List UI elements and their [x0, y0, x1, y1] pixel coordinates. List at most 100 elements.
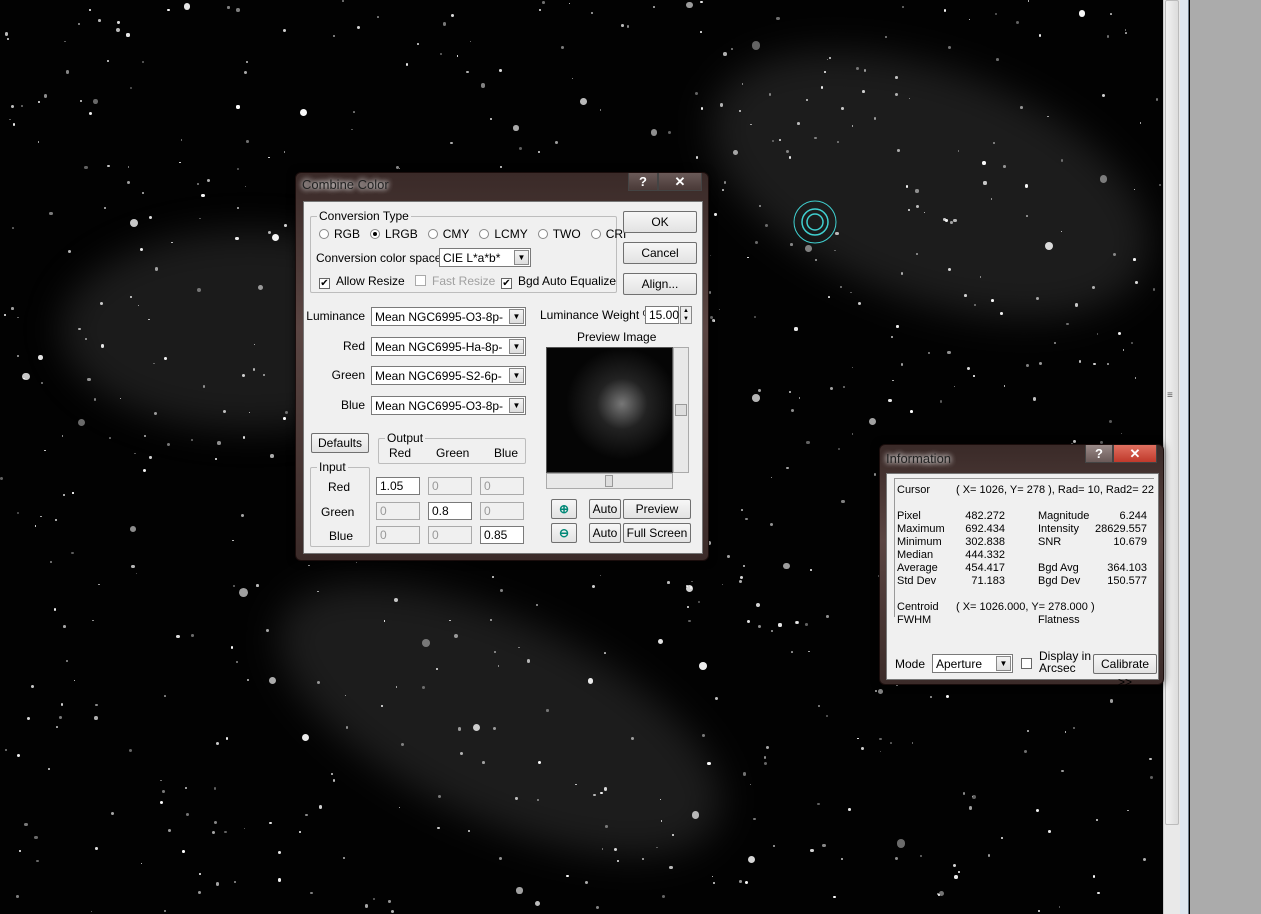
calibrate-button[interactable]: Calibrate >>: [1093, 654, 1157, 689]
zoom-in-icon[interactable]: ⊕: [551, 499, 577, 519]
star: [694, 91, 698, 95]
chevron-down-icon[interactable]: ▼: [514, 250, 529, 265]
matrix-input[interactable]: 0: [480, 477, 524, 495]
stat-label: Median: [897, 549, 934, 561]
stat-label: Bgd Avg: [1038, 562, 1079, 574]
star: [915, 189, 919, 193]
matrix-input[interactable]: 0.8: [428, 501, 472, 520]
auto-fullscreen-button[interactable]: Auto: [589, 523, 621, 543]
star: [148, 215, 152, 219]
chevron-down-icon[interactable]: ▼: [996, 656, 1011, 671]
star: [1118, 331, 1122, 335]
matrix-input[interactable]: 0: [376, 501, 420, 520]
star: [1133, 258, 1136, 261]
scroll-thumb[interactable]: [605, 475, 613, 487]
stat-value: 150.577: [1107, 575, 1147, 587]
defaults-button[interactable]: Defaults: [311, 433, 369, 453]
help-button[interactable]: ?: [1085, 445, 1113, 463]
fast-resize-checkbox[interactable]: Fast Resize: [415, 274, 495, 288]
preview-hscrollbar[interactable]: [546, 473, 673, 489]
star: [516, 887, 523, 894]
star: [117, 21, 120, 24]
display-arcsec-checkbox[interactable]: [1021, 658, 1032, 669]
help-button[interactable]: ?: [628, 173, 658, 191]
mode-select[interactable]: Aperture ▼: [932, 654, 1013, 673]
close-button[interactable]: ✕: [658, 173, 702, 191]
radio-icon[interactable]: [427, 229, 438, 239]
channel-select-blue[interactable]: Mean NGC6995-O3-8p-bin2 ▼: [371, 395, 526, 415]
preview-button[interactable]: Preview: [623, 499, 691, 519]
scroll-thumb[interactable]: [675, 404, 687, 416]
dialog-title: Combine Color: [302, 177, 389, 192]
channel-value: Mean NGC6995-Ha-8p-bin2: [375, 339, 503, 355]
close-button[interactable]: ✕: [1113, 445, 1157, 463]
matrix-input[interactable]: 0: [428, 477, 472, 495]
star: [44, 449, 46, 451]
matrix-input[interactable]: 0: [480, 501, 524, 520]
star: [873, 117, 877, 120]
radio-lcmy[interactable]: LCMY: [479, 227, 528, 241]
zoom-out-icon[interactable]: ⊖: [551, 523, 577, 543]
star: [708, 291, 712, 295]
preview-image: [546, 347, 673, 473]
checkbox-icon[interactable]: [415, 275, 426, 286]
stat-value: 454.417: [965, 562, 1005, 574]
star: [889, 741, 892, 744]
preview-vscrollbar[interactable]: [673, 347, 689, 473]
color-space-select[interactable]: CIE L*a*b* ▼: [439, 248, 531, 267]
star: [238, 587, 248, 597]
star: [59, 716, 63, 720]
luminance-weight-input[interactable]: 15.00: [645, 306, 679, 324]
radio-two[interactable]: TWO: [537, 227, 581, 241]
star: [498, 856, 502, 860]
star: [1135, 281, 1139, 285]
chevron-down-icon[interactable]: ▼: [509, 368, 524, 383]
star: [31, 684, 35, 688]
radio-cmy[interactable]: CMY: [427, 227, 469, 241]
radio-icon[interactable]: [479, 229, 490, 239]
checkbox-icon[interactable]: ✔: [319, 278, 330, 289]
radio-icon[interactable]: [590, 229, 601, 239]
bgd-auto-equalize-checkbox[interactable]: ✔ Bgd Auto Equalize: [501, 274, 616, 289]
star: [196, 182, 199, 185]
auto-preview-button[interactable]: Auto: [589, 499, 621, 519]
channel-select-luminance[interactable]: Mean NGC6995-O3-8p-bin2 ▼: [371, 307, 526, 326]
matrix-input[interactable]: 0: [376, 526, 420, 544]
star: [763, 756, 766, 759]
radio-icon[interactable]: [319, 229, 329, 239]
chevron-down-icon[interactable]: ▼: [509, 338, 524, 354]
grip-icon: ≡: [1167, 390, 1173, 401]
ok-button[interactable]: OK: [623, 211, 697, 233]
mode-value: Aperture: [936, 657, 983, 671]
channel-select-red[interactable]: Mean NGC6995-Ha-8p-bin2 ▼: [371, 336, 526, 356]
radio-cri[interactable]: CRI: [590, 227, 626, 241]
allow-resize-checkbox[interactable]: ✔ Allow Resize: [319, 274, 405, 289]
star: [183, 3, 191, 11]
star: [650, 129, 657, 136]
star: [50, 560, 53, 563]
radio-icon[interactable]: [370, 229, 381, 239]
stat-label: Maximum: [897, 523, 945, 535]
stat-label: Std Dev: [897, 575, 937, 587]
star: [215, 882, 220, 886]
matrix-input[interactable]: 0: [428, 526, 472, 544]
checkbox-icon[interactable]: ✔: [501, 278, 512, 289]
star: [805, 245, 812, 252]
star: [896, 839, 906, 848]
cancel-button[interactable]: Cancel: [623, 242, 697, 264]
align-button[interactable]: Align...: [623, 273, 697, 295]
star: [283, 151, 286, 153]
scrollbar-thumb[interactable]: [1165, 0, 1179, 825]
luminance-weight-spinner[interactable]: ▲ ▼: [680, 306, 692, 324]
radio-rgb[interactable]: RGB: [319, 227, 360, 241]
channel-select-green[interactable]: Mean NGC6995-S2-6p-bin2 ▼: [371, 366, 526, 385]
chevron-down-icon[interactable]: ▼: [509, 309, 524, 324]
radio-lrgb[interactable]: LRGB: [370, 227, 418, 241]
matrix-input[interactable]: 0.85: [480, 526, 524, 544]
radio-icon[interactable]: [537, 229, 548, 239]
vertical-scrollbar[interactable]: ≡: [1163, 0, 1180, 914]
matrix-input[interactable]: 1.05: [376, 477, 420, 495]
chevron-down-icon[interactable]: ▼: [509, 397, 524, 413]
full-screen-button[interactable]: Full Screen: [623, 523, 691, 543]
star: [54, 608, 57, 611]
